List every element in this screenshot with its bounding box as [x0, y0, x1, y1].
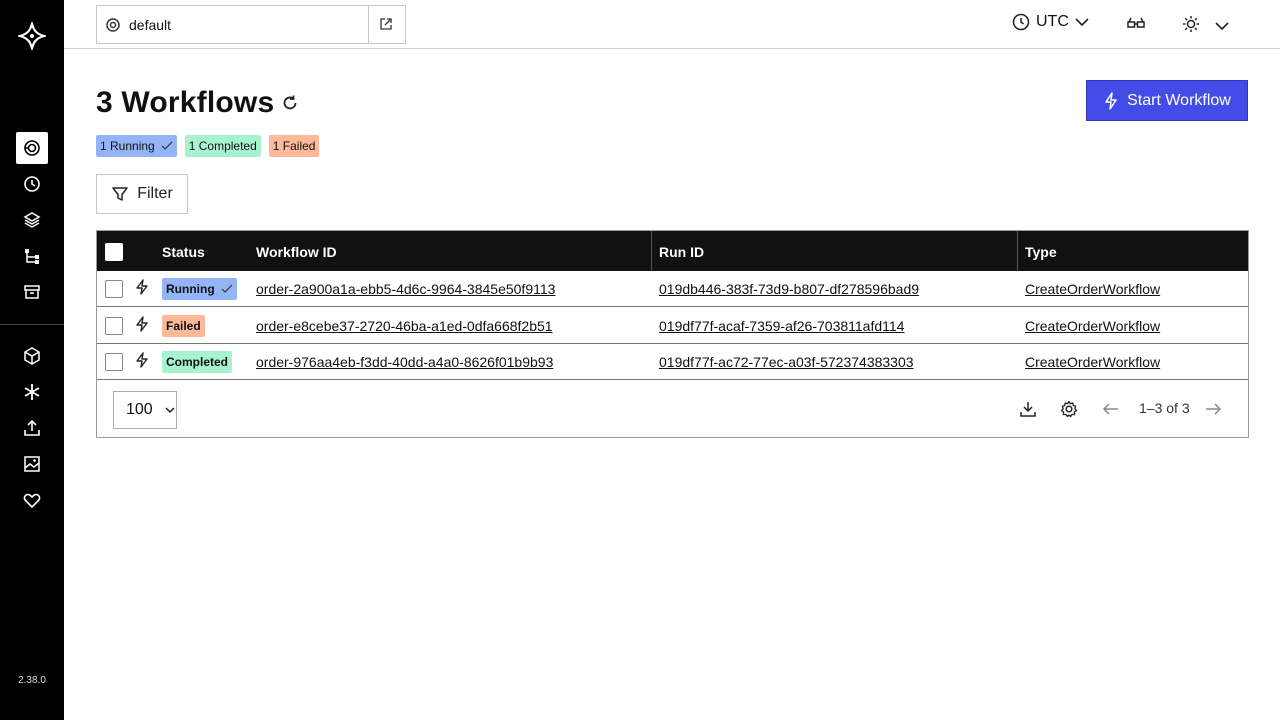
workflow-type-link[interactable]: CreateOrderWorkflow — [1025, 354, 1160, 370]
sidebar-item-labs[interactable] — [16, 448, 48, 480]
clock-icon — [1012, 13, 1030, 31]
bolt-icon[interactable] — [135, 316, 149, 335]
sidebar-item-namespaces[interactable] — [16, 340, 48, 372]
cube-icon — [24, 347, 40, 365]
version-label: 2.38.0 — [18, 675, 46, 686]
sidebar-item-nexus[interactable] — [16, 376, 48, 408]
status-badge: Completed — [162, 351, 233, 373]
namespace-separator — [368, 6, 369, 43]
bolt-icon[interactable] — [135, 352, 149, 371]
sidebar-item-import[interactable] — [16, 412, 48, 444]
sidebar-divider — [0, 324, 64, 325]
header-run-id: Run ID — [659, 244, 705, 260]
table-row[interactable]: Running order-2a900a1a-ebb5-4d6c-9964-38… — [97, 271, 1248, 307]
workflows-table: Status Workflow ID Run ID Type Running o… — [96, 230, 1249, 438]
workflows-icon — [24, 140, 40, 156]
table-footer: 100 1–3 of 3 — [97, 381, 1248, 437]
running-animation-icon — [161, 141, 173, 150]
chevron-down-icon — [1075, 18, 1089, 27]
failed-count-label: 1 Failed — [272, 139, 316, 153]
heart-icon — [23, 493, 41, 509]
completed-count-label: 1 Completed — [188, 139, 257, 153]
row-checkbox[interactable] — [105, 317, 123, 335]
asterisk-icon — [24, 384, 40, 400]
sidebar-item-workflows[interactable] — [16, 132, 48, 164]
bolt-icon[interactable] — [135, 279, 149, 298]
hierarchy-icon — [25, 249, 39, 264]
running-count-label: 1 Running — [100, 139, 155, 153]
filter-button[interactable]: Filter — [96, 174, 188, 214]
row-checkbox[interactable] — [105, 280, 123, 298]
failed-count-badge[interactable]: 1 Failed — [268, 135, 320, 157]
status-badge: Running — [162, 278, 237, 300]
status-badge: Failed — [162, 315, 205, 337]
clock-history-icon — [24, 176, 40, 192]
select-all-checkbox[interactable] — [105, 243, 123, 261]
theme-chevron-down-icon[interactable] — [1215, 18, 1229, 36]
sidebar-item-batch[interactable] — [16, 204, 48, 236]
status-label: Failed — [166, 319, 201, 333]
glasses-icon[interactable] — [1126, 14, 1146, 39]
status-label: Completed — [166, 355, 229, 369]
sidebar-item-feedback[interactable] — [16, 484, 48, 516]
temporal-logo-icon[interactable] — [15, 19, 49, 53]
column-separator — [651, 231, 652, 271]
sidebar-item-archive[interactable] — [16, 276, 48, 308]
next-page-icon[interactable] — [1203, 399, 1223, 424]
archive-icon — [24, 285, 40, 299]
bolt-icon — [1105, 91, 1117, 110]
namespace-icon — [105, 17, 121, 38]
table-row[interactable]: Failed order-e8cebe37-2720-46ba-a1ed-0df… — [97, 308, 1248, 344]
page-title: 3 Workflows — [96, 86, 275, 119]
table-row[interactable]: Completed order-976aa4eb-f3dd-40dd-a4a0-… — [97, 344, 1248, 380]
previous-page-icon[interactable] — [1101, 399, 1121, 424]
filter-icon — [112, 187, 128, 201]
refresh-icon[interactable] — [281, 94, 299, 117]
namespace-value: default — [129, 17, 172, 33]
chevron-down-icon — [165, 406, 175, 413]
per-page-select[interactable]: 100 — [113, 391, 177, 429]
per-page-value: 100 — [126, 401, 153, 418]
external-link-icon[interactable] — [379, 17, 393, 36]
top-bar: default UTC — [64, 0, 1280, 49]
upload-icon — [24, 419, 40, 436]
image-icon — [24, 456, 40, 472]
run-id-link[interactable]: 019df77f-ac72-77ec-a03f-572374383303 — [659, 354, 914, 370]
workflow-id-link[interactable]: order-976aa4eb-f3dd-40dd-a4a0-8626f01b9b… — [256, 354, 553, 370]
header-status: Status — [162, 244, 205, 260]
status-label: Running — [166, 282, 215, 296]
namespace-select[interactable]: default — [96, 5, 406, 44]
row-checkbox[interactable] — [105, 353, 123, 371]
running-count-badge[interactable]: 1 Running — [96, 135, 177, 157]
sidebar: 2.38.0 — [0, 0, 64, 720]
pagination-label: 1–3 of 3 — [1139, 400, 1190, 416]
table-header: Status Workflow ID Run ID Type — [97, 231, 1248, 271]
workflow-type-link[interactable]: CreateOrderWorkflow — [1025, 281, 1160, 297]
running-animation-icon — [221, 284, 233, 293]
layers-icon — [23, 212, 41, 228]
sun-icon[interactable] — [1181, 14, 1201, 39]
download-icon[interactable] — [1018, 399, 1038, 424]
start-workflow-button[interactable]: Start Workflow — [1086, 80, 1248, 121]
workflow-id-link[interactable]: order-2a900a1a-ebb5-4d6c-9964-3845e50f91… — [256, 281, 555, 297]
run-id-link[interactable]: 019db446-383f-73d9-b807-df278596bad9 — [659, 281, 919, 297]
completed-count-badge[interactable]: 1 Completed — [184, 135, 261, 157]
workflow-id-link[interactable]: order-e8cebe37-2720-46ba-a1ed-0dfa668f2b… — [256, 318, 553, 334]
status-summary: 1 Running 1 Completed 1 Failed — [96, 135, 320, 157]
sidebar-item-deployments[interactable] — [16, 240, 48, 272]
filter-label: Filter — [137, 185, 173, 202]
timezone-select[interactable]: UTC — [1012, 13, 1089, 31]
header-type: Type — [1025, 244, 1057, 260]
start-workflow-label: Start Workflow — [1127, 91, 1231, 109]
timezone-label: UTC — [1036, 13, 1069, 30]
header-workflow-id: Workflow ID — [256, 244, 337, 260]
sidebar-item-schedules[interactable] — [16, 168, 48, 200]
column-separator — [1017, 231, 1018, 271]
gear-icon[interactable] — [1059, 399, 1079, 424]
workflow-type-link[interactable]: CreateOrderWorkflow — [1025, 318, 1160, 334]
run-id-link[interactable]: 019df77f-acaf-7359-af26-703811afd114 — [659, 318, 904, 334]
